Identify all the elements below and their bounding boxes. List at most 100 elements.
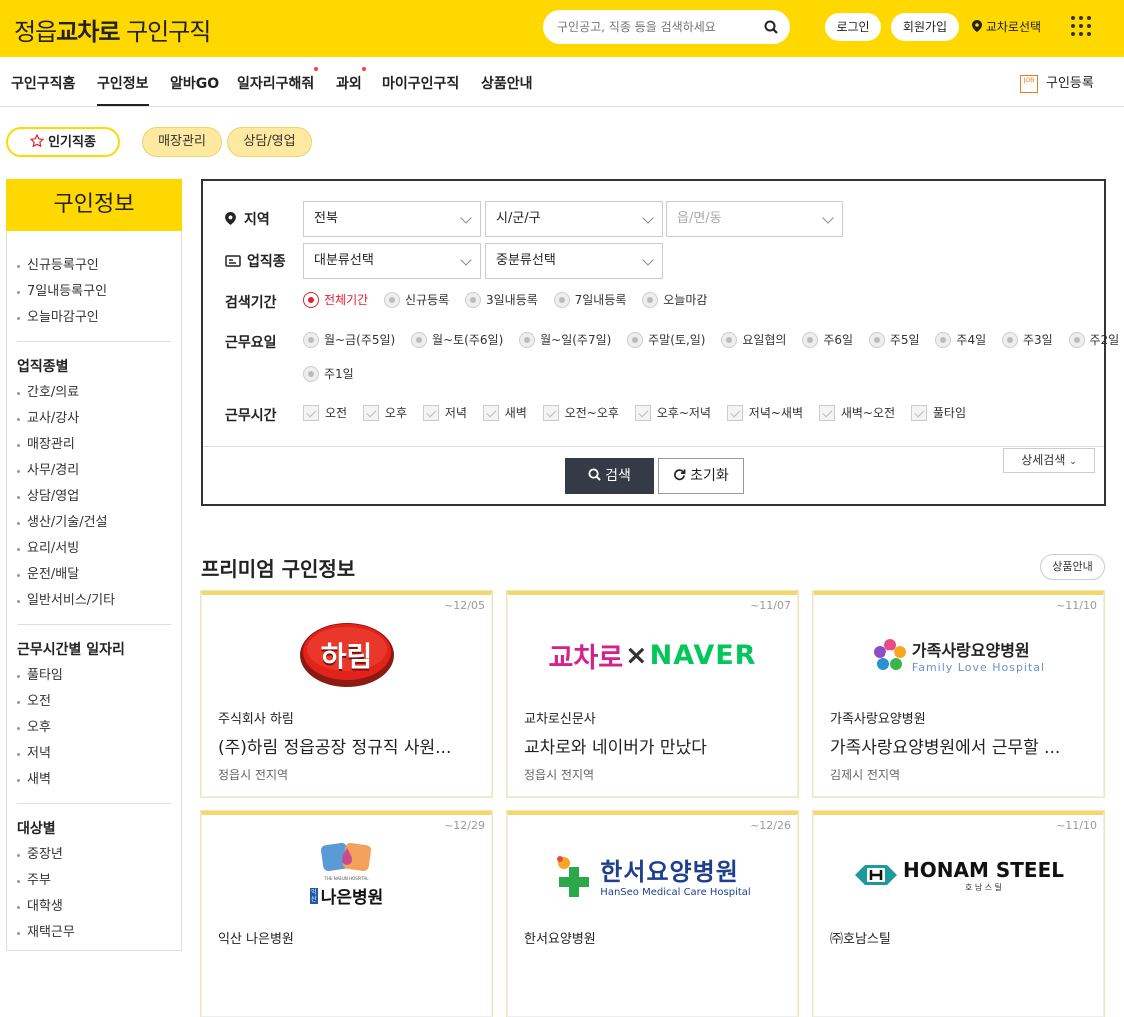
sidebar-item[interactable]: 운전/배달: [17, 562, 171, 588]
days-radio[interactable]: 주말(토,일): [627, 331, 705, 348]
days-radio[interactable]: 요일협의: [721, 331, 786, 348]
job-card[interactable]: ~12/05 하림 주식회사 하림 (주)하림 정읍공장 정규직 사원... 정…: [201, 591, 492, 797]
site-logo[interactable]: 정읍교차로 구인구직: [14, 12, 211, 47]
radio-icon: [642, 291, 659, 308]
job-label: 업직종: [247, 254, 286, 270]
job-row-label: 업직종: [225, 251, 286, 271]
login-button[interactable]: 로그인: [825, 13, 881, 41]
sidebar-item[interactable]: 풀타임: [17, 663, 171, 689]
days-radio[interactable]: 주3일: [1001, 331, 1053, 348]
tag-chip[interactable]: 상담/영업: [227, 127, 312, 157]
days-radio[interactable]: 월~금(주5일): [303, 331, 395, 348]
hours-checkbox[interactable]: 저녁~새벽: [726, 404, 803, 421]
radio-icon: [868, 331, 885, 348]
job-title: 가족사랑요양병원에서 근무할 ...: [830, 738, 1061, 758]
hours-checkbox[interactable]: 저녁: [422, 404, 467, 421]
period-radio[interactable]: 7일내등록: [553, 291, 626, 308]
days-radio[interactable]: 주6일: [802, 331, 853, 348]
tag-chip[interactable]: 매장관리: [142, 127, 222, 157]
reset-button[interactable]: 초기화: [658, 458, 744, 494]
days-option-label: 주5일: [889, 333, 920, 347]
period-radio[interactable]: 신규등록: [384, 291, 449, 308]
hours-checkbox[interactable]: 새벽~오전: [818, 404, 895, 421]
apps-grid-icon[interactable]: [1071, 16, 1091, 36]
town-select[interactable]: 읍/면/동: [666, 201, 843, 237]
radio-icon: [802, 331, 819, 348]
job-location: 정읍시 전지역: [218, 768, 289, 782]
days-radio[interactable]: 주4일: [935, 331, 986, 348]
hours-option-label: 오후: [384, 406, 408, 420]
sidebar-item[interactable]: 요리/서빙: [17, 536, 171, 562]
sidebar-item[interactable]: 오전: [17, 689, 171, 715]
nav-item-albago[interactable]: 알바GO: [170, 73, 219, 93]
map-pin-icon: [972, 20, 982, 32]
sidebar-section-title: 대상별: [17, 821, 56, 837]
sidebar-item[interactable]: 대학생: [17, 894, 171, 920]
period-radio[interactable]: 3일내등록: [465, 291, 538, 308]
days-radio[interactable]: 주1일: [303, 365, 354, 382]
product-info-button[interactable]: 상품안내: [1040, 554, 1105, 580]
chevron-down-icon: [460, 212, 472, 224]
province-select[interactable]: 전북: [303, 201, 481, 237]
sidebar-item[interactable]: 저녁: [17, 741, 171, 767]
nav-item-products[interactable]: 상품안내: [481, 73, 533, 93]
sidebar-item[interactable]: 오후: [17, 715, 171, 741]
signup-button[interactable]: 회원가입: [891, 13, 959, 41]
nav-item-find-job[interactable]: 일자리구해줘: [237, 73, 314, 93]
job-register-link[interactable]: JOB 구인등록: [1020, 72, 1094, 93]
logo-badge: 익산: [309, 887, 318, 904]
sidebar-item[interactable]: 재택근무: [17, 920, 171, 946]
period-radio[interactable]: 전체기간: [303, 291, 368, 308]
job-card[interactable]: ~11/07 교차로 × NAVER 교차로신문사 교차로와 네이버가 만났다 정읍…: [507, 591, 798, 797]
search-input[interactable]: [557, 10, 758, 44]
job-category-select[interactable]: 대분류선택: [303, 243, 481, 279]
hours-checkbox[interactable]: 오후: [362, 404, 408, 421]
nav-item-jobs[interactable]: 구인정보: [97, 73, 149, 106]
hours-option-label: 오전: [325, 406, 348, 420]
logo-brand: 교차로: [56, 18, 120, 46]
sidebar-item[interactable]: 교사/강사: [17, 406, 171, 432]
nav-item-tutoring[interactable]: 과외: [336, 73, 362, 93]
sidebar-item[interactable]: 사무/경리: [17, 458, 171, 484]
city-value: 시/군/구: [496, 211, 541, 226]
chevron-down-icon: [642, 254, 654, 266]
hours-checkbox[interactable]: 오전: [303, 404, 347, 421]
days-radio[interactable]: 월~일(주7일): [519, 331, 611, 348]
job-card[interactable]: ~12/26 한서요양병원 HanSeo Medical Care Hospit…: [507, 811, 798, 1017]
nav-item-my-jobs[interactable]: 마이구인구직: [382, 73, 459, 93]
job-subcategory-select[interactable]: 중분류선택: [485, 243, 663, 279]
company-name: ㈜호남스틸: [830, 932, 891, 947]
divider: [203, 446, 1104, 447]
search-icon[interactable]: [764, 19, 778, 38]
days-radio[interactable]: 주5일: [868, 331, 920, 348]
job-card[interactable]: ~12/29 THE NAEUN HOSPITAL 익산 나은병원 익산 나은병원: [201, 811, 492, 1017]
hours-checkbox[interactable]: 오후~저녁: [634, 404, 711, 421]
sidebar-item[interactable]: 일반서비스/기타: [17, 588, 171, 614]
detail-search-button[interactable]: 상세검색 ⌄: [1003, 448, 1095, 473]
hours-checkbox[interactable]: 오전~오후: [542, 404, 619, 421]
sidebar-item[interactable]: 주부: [17, 868, 171, 894]
city-select[interactable]: 시/군/구: [485, 201, 663, 237]
job-card[interactable]: ~11/10 가족사랑요양병원 Family Love Hospital 가족사…: [813, 591, 1104, 797]
hours-checkbox[interactable]: 새벽: [482, 404, 527, 421]
search-button[interactable]: 검색: [565, 458, 654, 494]
sidebar-item[interactable]: 매장관리: [17, 432, 171, 458]
period-radio[interactable]: 오늘마감: [642, 291, 707, 308]
region-select[interactable]: 교차로선택: [972, 13, 1041, 41]
sidebar-item[interactable]: 7일내등록구인: [17, 279, 171, 305]
days-radio[interactable]: 월~토(주6일): [411, 331, 503, 348]
sidebar-item[interactable]: 새벽: [17, 767, 171, 793]
days-option-label: 주6일: [823, 333, 854, 347]
sidebar-item[interactable]: 오늘마감구인: [17, 305, 171, 331]
sidebar-item[interactable]: 생산/기술/건설: [17, 510, 171, 536]
sidebar-item[interactable]: 신규등록구인: [17, 253, 171, 279]
popular-jobs-chip[interactable]: 인기직종: [6, 127, 120, 157]
sidebar-item[interactable]: 중장년: [17, 842, 171, 868]
hours-checkbox[interactable]: 풀타임: [910, 404, 966, 421]
days-radio[interactable]: 주2일: [1068, 331, 1119, 348]
sidebar-item[interactable]: 간호/의료: [17, 380, 171, 406]
company-name: 익산 나은병원: [218, 932, 294, 947]
job-card[interactable]: ~11/10 HONAM STEEL 호 남 스 틸 ㈜호남스틸: [813, 811, 1104, 1017]
nav-item-home[interactable]: 구인구직홈: [11, 73, 75, 93]
sidebar-item[interactable]: 상담/영업: [17, 484, 171, 510]
